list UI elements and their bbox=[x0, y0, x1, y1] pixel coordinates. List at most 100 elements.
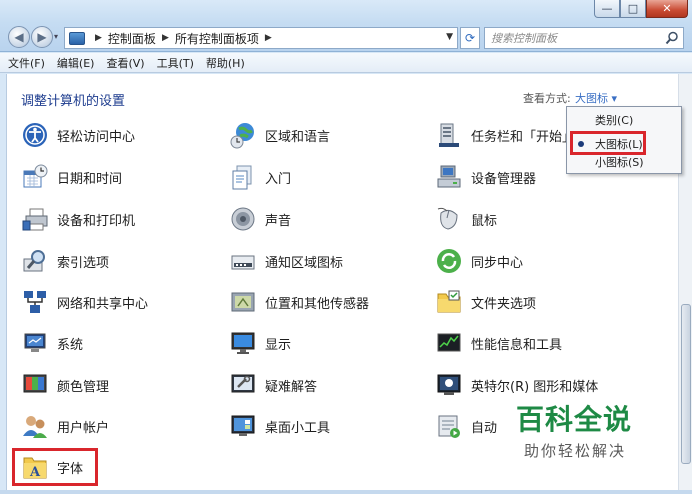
devices-printers-icon bbox=[22, 208, 48, 231]
cp-item-label: 桌面小工具 bbox=[265, 420, 331, 436]
cp-item-label: 同步中心 bbox=[471, 255, 524, 271]
cp-item-label: 英特尔(R) 图形和媒体 bbox=[471, 379, 599, 395]
page-title: 调整计算机的设置 bbox=[21, 94, 126, 109]
menu-help[interactable]: 帮助(H) bbox=[206, 55, 245, 71]
control-panel-icon bbox=[69, 31, 85, 45]
cp-item-taskbar-start[interactable]: 任务栏和「开始」 bbox=[435, 120, 575, 150]
cp-item-autoplay[interactable]: 自动 bbox=[435, 411, 497, 441]
menu-file[interactable]: 文件(F) bbox=[8, 55, 45, 71]
cp-item-label: 索引选项 bbox=[57, 255, 110, 271]
ease-of-access-icon bbox=[23, 123, 47, 147]
search-icon[interactable] bbox=[665, 31, 679, 45]
cp-item-folder-options[interactable]: 文件夹选项 bbox=[435, 287, 536, 317]
view-option-label: 小图标(S) bbox=[595, 156, 644, 169]
recent-pages-dropdown-icon[interactable]: ▾ bbox=[54, 32, 58, 41]
cp-item-label: 显示 bbox=[265, 337, 292, 353]
mouse-icon bbox=[437, 207, 458, 230]
breadcrumb-separator-icon[interactable]: ▶ bbox=[265, 33, 272, 43]
view-option-small-icons[interactable]: 小图标(S) bbox=[567, 153, 681, 171]
cp-item-display[interactable]: 显示 bbox=[229, 328, 291, 358]
breadcrumb-separator-icon[interactable]: ▶ bbox=[95, 33, 102, 43]
window-bottom-border bbox=[0, 490, 692, 494]
cp-item-device-manager[interactable]: 设备管理器 bbox=[435, 162, 536, 192]
cp-item-location-sensors[interactable]: 位置和其他传感器 bbox=[229, 287, 369, 317]
autoplay-icon bbox=[438, 415, 460, 438]
notification-area-icon bbox=[231, 255, 255, 270]
minimize-button[interactable]: — bbox=[594, 0, 620, 18]
title-bar: — □ ✕ ◀ ▶ ▾ ▶ 控制面板 ▶ 所有控制面板项 ▶ ▼ ⟳ 搜索控制面… bbox=[0, 0, 692, 52]
breadcrumb-all-items[interactable]: 所有控制面板项 bbox=[175, 30, 259, 47]
sync-center-icon bbox=[437, 249, 461, 273]
refresh-button[interactable]: ⟳ bbox=[460, 27, 480, 49]
search-input[interactable]: 搜索控制面板 bbox=[484, 27, 684, 49]
region-language-icon bbox=[230, 123, 254, 149]
date-time-icon bbox=[23, 164, 48, 188]
indexing-options-icon bbox=[23, 250, 45, 272]
cp-item-date-time[interactable]: 日期和时间 bbox=[21, 162, 122, 192]
window-controls: — □ ✕ bbox=[594, 0, 688, 18]
cp-item-color-management[interactable]: 颜色管理 bbox=[21, 370, 109, 400]
user-accounts-icon bbox=[23, 416, 47, 438]
refresh-icon: ⟳ bbox=[464, 31, 476, 45]
cp-item-intel-graphics[interactable]: 英特尔(R) 图形和媒体 bbox=[435, 370, 598, 400]
cp-item-label: 声音 bbox=[265, 213, 292, 229]
cp-item-label: 鼠标 bbox=[471, 213, 498, 229]
maximize-button[interactable]: □ bbox=[620, 0, 646, 18]
view-option-category[interactable]: 类别(C) bbox=[567, 111, 681, 129]
address-bar[interactable]: ▶ 控制面板 ▶ 所有控制面板项 ▶ ▼ bbox=[64, 27, 458, 49]
cp-item-label: 轻松访问中心 bbox=[57, 129, 136, 145]
location-sensors-icon bbox=[231, 292, 255, 312]
cp-item-getting-started[interactable]: 入门 bbox=[229, 162, 291, 192]
cp-item-performance[interactable]: 性能信息和工具 bbox=[435, 328, 562, 358]
cp-item-label: 区域和语言 bbox=[265, 129, 331, 145]
breadcrumb-control-panel[interactable]: 控制面板 bbox=[108, 30, 156, 47]
cp-item-desktop-gadgets[interactable]: 桌面小工具 bbox=[229, 411, 330, 441]
cp-item-label: 自动 bbox=[471, 420, 498, 436]
forward-button[interactable]: ▶ bbox=[31, 26, 53, 48]
cp-item-sync-center[interactable]: 同步中心 bbox=[435, 246, 523, 276]
watermark-title: 百科全说 bbox=[516, 403, 633, 436]
forward-arrow-icon: ▶ bbox=[37, 30, 47, 44]
view-by-dropdown[interactable]: 大图标 ▾ bbox=[575, 90, 617, 106]
system-icon bbox=[24, 333, 46, 352]
cp-item-label: 性能信息和工具 bbox=[471, 337, 563, 353]
menu-bar: 文件(F) 编辑(E) 查看(V) 工具(T) 帮助(H) bbox=[0, 53, 692, 73]
cp-item-label: 设备和打印机 bbox=[57, 213, 136, 229]
address-dropdown-icon[interactable]: ▼ bbox=[446, 32, 453, 42]
color-management-icon bbox=[23, 374, 47, 393]
highlight-fonts bbox=[12, 448, 98, 486]
cp-item-ease-of-access[interactable]: 轻松访问中心 bbox=[21, 120, 135, 150]
cp-item-label: 疑难解答 bbox=[265, 379, 318, 395]
view-option-label: 类别(C) bbox=[595, 114, 634, 127]
intel-graphics-icon bbox=[437, 374, 461, 395]
cp-item-notification-area[interactable]: 通知区域图标 bbox=[229, 246, 343, 276]
search-placeholder: 搜索控制面板 bbox=[491, 32, 557, 45]
cp-item-label: 设备管理器 bbox=[471, 171, 537, 187]
cp-item-user-accounts[interactable]: 用户帐户 bbox=[21, 411, 109, 441]
menu-tools[interactable]: 工具(T) bbox=[157, 55, 194, 71]
cp-item-network-sharing[interactable]: 网络和共享中心 bbox=[21, 287, 148, 317]
cp-item-troubleshooting[interactable]: 疑难解答 bbox=[229, 370, 317, 400]
getting-started-icon bbox=[232, 165, 252, 190]
breadcrumb-separator-icon[interactable]: ▶ bbox=[162, 33, 169, 43]
cp-item-label: 入门 bbox=[265, 171, 292, 187]
cp-item-label: 任务栏和「开始」 bbox=[471, 129, 576, 145]
network-sharing-icon bbox=[24, 291, 46, 313]
cp-item-mouse[interactable]: 鼠标 bbox=[435, 204, 497, 234]
menu-edit[interactable]: 编辑(E) bbox=[57, 55, 95, 71]
performance-icon bbox=[437, 333, 461, 352]
menu-view[interactable]: 查看(V) bbox=[106, 55, 144, 71]
cp-item-sound[interactable]: 声音 bbox=[229, 204, 291, 234]
desktop-gadgets-icon bbox=[231, 415, 255, 436]
cp-item-region-language[interactable]: 区域和语言 bbox=[229, 120, 330, 150]
cp-item-label: 颜色管理 bbox=[57, 379, 110, 395]
cp-item-system[interactable]: 系统 bbox=[21, 328, 83, 358]
cp-item-label: 系统 bbox=[57, 337, 84, 353]
back-arrow-icon: ◀ bbox=[14, 30, 24, 44]
scrollbar-thumb[interactable] bbox=[681, 304, 691, 464]
cp-item-devices-printers[interactable]: 设备和打印机 bbox=[21, 204, 135, 234]
cp-item-indexing-options[interactable]: 索引选项 bbox=[21, 246, 109, 276]
cp-item-label: 位置和其他传感器 bbox=[265, 296, 370, 312]
back-button[interactable]: ◀ bbox=[8, 26, 30, 48]
close-button[interactable]: ✕ bbox=[646, 0, 688, 18]
